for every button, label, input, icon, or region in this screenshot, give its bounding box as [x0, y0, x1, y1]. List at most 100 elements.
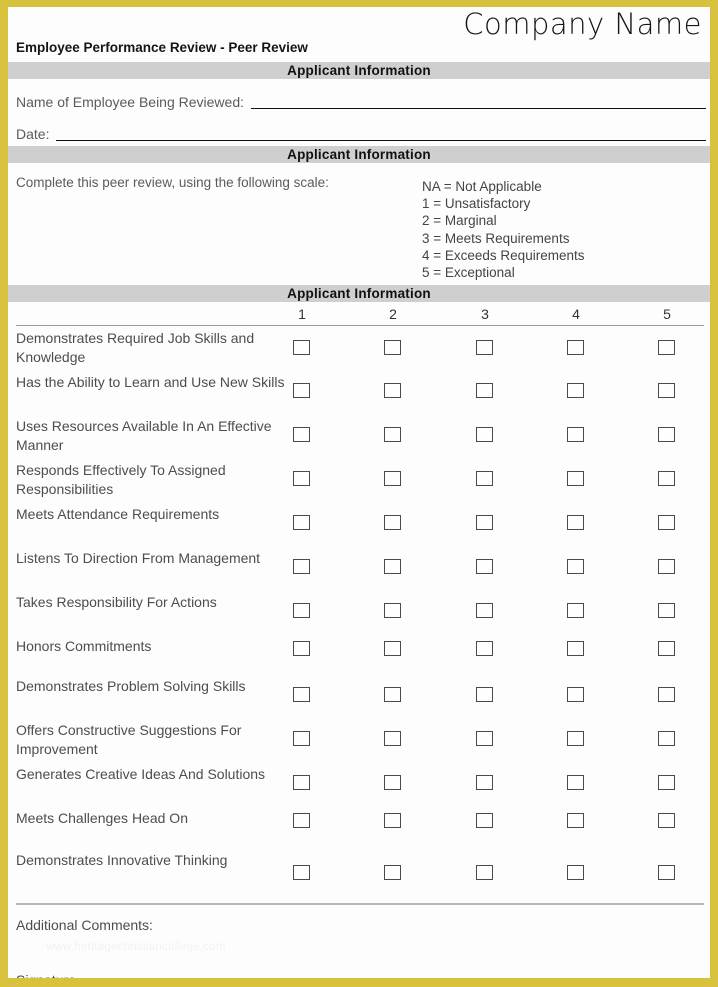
rating-checkbox-5[interactable]: [658, 603, 675, 618]
employee-name-input[interactable]: [244, 92, 706, 112]
rating-checkbox-2[interactable]: [384, 731, 401, 746]
rating-checkbox-5[interactable]: [658, 775, 675, 790]
section-header-applicant-information-1: Applicant Information: [8, 62, 710, 79]
rating-checkbox-4[interactable]: [567, 383, 584, 398]
rating-checkbox-2[interactable]: [384, 641, 401, 656]
rating-checkbox-4[interactable]: [567, 559, 584, 574]
rating-checkbox-3[interactable]: [476, 731, 493, 746]
rating-scale-legend: NA = Not Applicable 1 = Unsatisfactory 2 =…: [422, 178, 584, 281]
rating-checkbox-5[interactable]: [658, 865, 675, 880]
scale-item: 4 = Exceeds Requirements: [422, 247, 585, 263]
rating-checkbox-3[interactable]: [476, 559, 493, 574]
rating-checkbox-5[interactable]: [658, 813, 675, 828]
form-page: Company Name Employee Performance Review…: [0, 0, 718, 987]
rating-checkbox-4[interactable]: [567, 687, 584, 702]
rating-checkbox-2[interactable]: [384, 340, 401, 355]
rating-checkbox-3[interactable]: [476, 340, 493, 355]
section-header-applicant-information-3: Applicant Information: [8, 285, 710, 302]
rating-checkbox-4[interactable]: [567, 865, 584, 880]
rating-checkbox-3[interactable]: [476, 775, 493, 790]
rating-row-checkboxes: [8, 593, 710, 637]
rating-row: Uses Resources Available In An Effective…: [8, 417, 710, 461]
rating-checkbox-4[interactable]: [567, 471, 584, 486]
rating-checkbox-3[interactable]: [476, 383, 493, 398]
rating-row-checkboxes: [8, 373, 710, 417]
rating-checkbox-1[interactable]: [293, 641, 310, 656]
rating-checkbox-2[interactable]: [384, 427, 401, 442]
rating-checkbox-5[interactable]: [658, 731, 675, 746]
scale-item: NA = Not Applicable: [422, 179, 542, 194]
rating-rows: Demonstrates Required Job Skills and Kno…: [8, 329, 710, 899]
rating-checkbox-4[interactable]: [567, 731, 584, 746]
rating-checkbox-4[interactable]: [567, 340, 584, 355]
rating-checkbox-1[interactable]: [293, 813, 310, 828]
signature-input[interactable]: [76, 971, 702, 978]
rating-checkbox-5[interactable]: [658, 340, 675, 355]
rating-checkbox-4[interactable]: [567, 515, 584, 530]
rating-checkbox-4[interactable]: [567, 427, 584, 442]
rating-checkbox-1[interactable]: [293, 559, 310, 574]
rating-checkbox-5[interactable]: [658, 559, 675, 574]
rating-row: Offers Constructive Suggestions For Impr…: [8, 721, 710, 765]
rating-checkbox-1[interactable]: [293, 775, 310, 790]
rating-checkbox-1[interactable]: [293, 471, 310, 486]
rating-checkbox-2[interactable]: [384, 471, 401, 486]
field-row-date: Date:: [16, 124, 710, 144]
rating-checkbox-4[interactable]: [567, 775, 584, 790]
rating-checkbox-3[interactable]: [476, 427, 493, 442]
employee-name-label: Name of Employee Being Reviewed:: [16, 94, 245, 110]
rating-checkbox-2[interactable]: [384, 813, 401, 828]
rating-checkbox-1[interactable]: [293, 603, 310, 618]
rating-checkbox-5[interactable]: [658, 471, 675, 486]
rating-checkbox-3[interactable]: [476, 471, 493, 486]
rating-checkbox-3[interactable]: [476, 641, 493, 656]
rating-row-checkboxes: [8, 549, 710, 593]
site-watermark: www.heritagechristiancollege.com: [46, 941, 226, 953]
rating-row: Honors Commitments: [8, 637, 710, 677]
rating-checkbox-5[interactable]: [658, 515, 675, 530]
rating-row: Takes Responsibility For Actions: [8, 593, 710, 637]
rating-checkbox-5[interactable]: [658, 427, 675, 442]
rating-row-checkboxes: [8, 765, 710, 809]
rating-checkbox-4[interactable]: [567, 813, 584, 828]
rating-checkbox-5[interactable]: [658, 383, 675, 398]
rating-checkbox-1[interactable]: [293, 340, 310, 355]
rating-checkbox-1[interactable]: [293, 383, 310, 398]
rating-checkbox-1[interactable]: [293, 687, 310, 702]
rating-row: Meets Attendance Requirements: [8, 505, 710, 549]
rating-checkbox-1[interactable]: [293, 731, 310, 746]
rating-row: Demonstrates Innovative Thinking: [8, 851, 710, 899]
rating-checkbox-2[interactable]: [384, 687, 401, 702]
rating-column-header-4: 4: [572, 306, 580, 322]
rating-row: Demonstrates Problem Solving Skills: [8, 677, 710, 721]
rating-checkbox-2[interactable]: [384, 559, 401, 574]
rating-checkbox-2[interactable]: [384, 775, 401, 790]
company-name: Company Name: [463, 7, 702, 41]
rating-checkbox-3[interactable]: [476, 515, 493, 530]
rating-row: Meets Challenges Head On: [8, 809, 710, 851]
form-sheet: Company Name Employee Performance Review…: [8, 7, 710, 978]
rating-checkbox-2[interactable]: [384, 603, 401, 618]
rating-checkbox-2[interactable]: [384, 383, 401, 398]
rating-checkbox-4[interactable]: [567, 603, 584, 618]
rating-row: Generates Creative Ideas And Solutions: [8, 765, 710, 809]
column-header-divider: [16, 325, 704, 326]
date-input[interactable]: [49, 124, 706, 144]
section-header-applicant-information-2: Applicant Information: [8, 146, 710, 163]
date-label: Date:: [16, 126, 50, 142]
rating-checkbox-1[interactable]: [293, 515, 310, 530]
rating-checkbox-3[interactable]: [476, 603, 493, 618]
rating-column-header-1: 1: [298, 306, 306, 322]
rating-checkbox-4[interactable]: [567, 641, 584, 656]
rating-checkbox-1[interactable]: [293, 427, 310, 442]
rating-checkbox-5[interactable]: [658, 641, 675, 656]
rating-checkbox-3[interactable]: [476, 865, 493, 880]
rating-checkbox-2[interactable]: [384, 515, 401, 530]
rating-checkbox-5[interactable]: [658, 687, 675, 702]
rating-checkbox-1[interactable]: [293, 865, 310, 880]
rating-column-header-5: 5: [663, 306, 671, 322]
footer-divider: [16, 903, 704, 905]
rating-checkbox-3[interactable]: [476, 813, 493, 828]
rating-checkbox-3[interactable]: [476, 687, 493, 702]
rating-checkbox-2[interactable]: [384, 865, 401, 880]
